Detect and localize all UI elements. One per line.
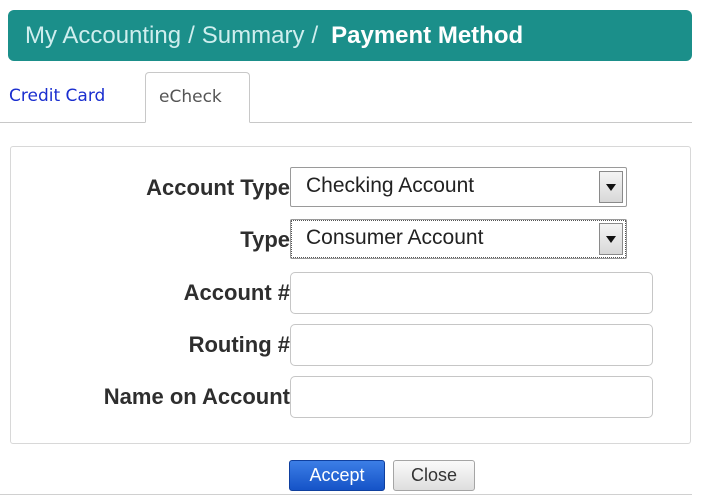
- name-on-account-input[interactable]: [290, 376, 653, 418]
- breadcrumb-my-accounting[interactable]: My Accounting: [25, 22, 181, 50]
- breadcrumb-separator: /: [188, 21, 195, 49]
- routing-number-input[interactable]: [290, 324, 653, 366]
- tab-divider: [0, 122, 692, 123]
- close-button[interactable]: Close: [393, 460, 475, 491]
- chevron-down-icon[interactable]: [599, 223, 623, 255]
- breadcrumb-summary[interactable]: Summary: [202, 22, 305, 50]
- type-row: Type Consumer Account: [11, 219, 692, 261]
- account-type-select[interactable]: Checking Account: [290, 167, 627, 207]
- account-type-value: Checking Account: [306, 174, 475, 197]
- title-bar: My Accounting / Summary / Payment Method: [8, 10, 692, 61]
- name-on-account-label: Name on Account: [103, 384, 290, 409]
- account-number-row: Account #: [11, 272, 692, 314]
- page-title: Payment Method: [331, 21, 524, 49]
- tab-bar: Credit Card eCheck: [0, 72, 692, 123]
- echeck-form: Account Type Checking Account Type Consu…: [10, 146, 691, 444]
- type-select[interactable]: Consumer Account: [290, 219, 627, 259]
- account-type-label: Account Type: [146, 175, 290, 200]
- type-value: Consumer Account: [306, 226, 484, 249]
- tab-credit-card[interactable]: Credit Card: [9, 86, 105, 106]
- type-label: Type: [240, 227, 290, 252]
- account-number-label: Account #: [183, 280, 290, 305]
- tab-echeck-label: eCheck: [159, 87, 222, 107]
- account-number-input[interactable]: [290, 272, 653, 314]
- account-type-row: Account Type Checking Account: [11, 167, 692, 209]
- chevron-down-icon[interactable]: [599, 171, 623, 203]
- routing-number-row: Routing #: [11, 324, 692, 366]
- name-on-account-row: Name on Account: [11, 376, 692, 418]
- accept-button[interactable]: Accept: [289, 460, 385, 491]
- footer-divider: [0, 494, 692, 495]
- button-bar: Accept Close: [0, 460, 692, 492]
- breadcrumb-separator: /: [311, 21, 319, 49]
- routing-number-label: Routing #: [188, 332, 290, 357]
- tab-echeck[interactable]: eCheck: [145, 72, 250, 123]
